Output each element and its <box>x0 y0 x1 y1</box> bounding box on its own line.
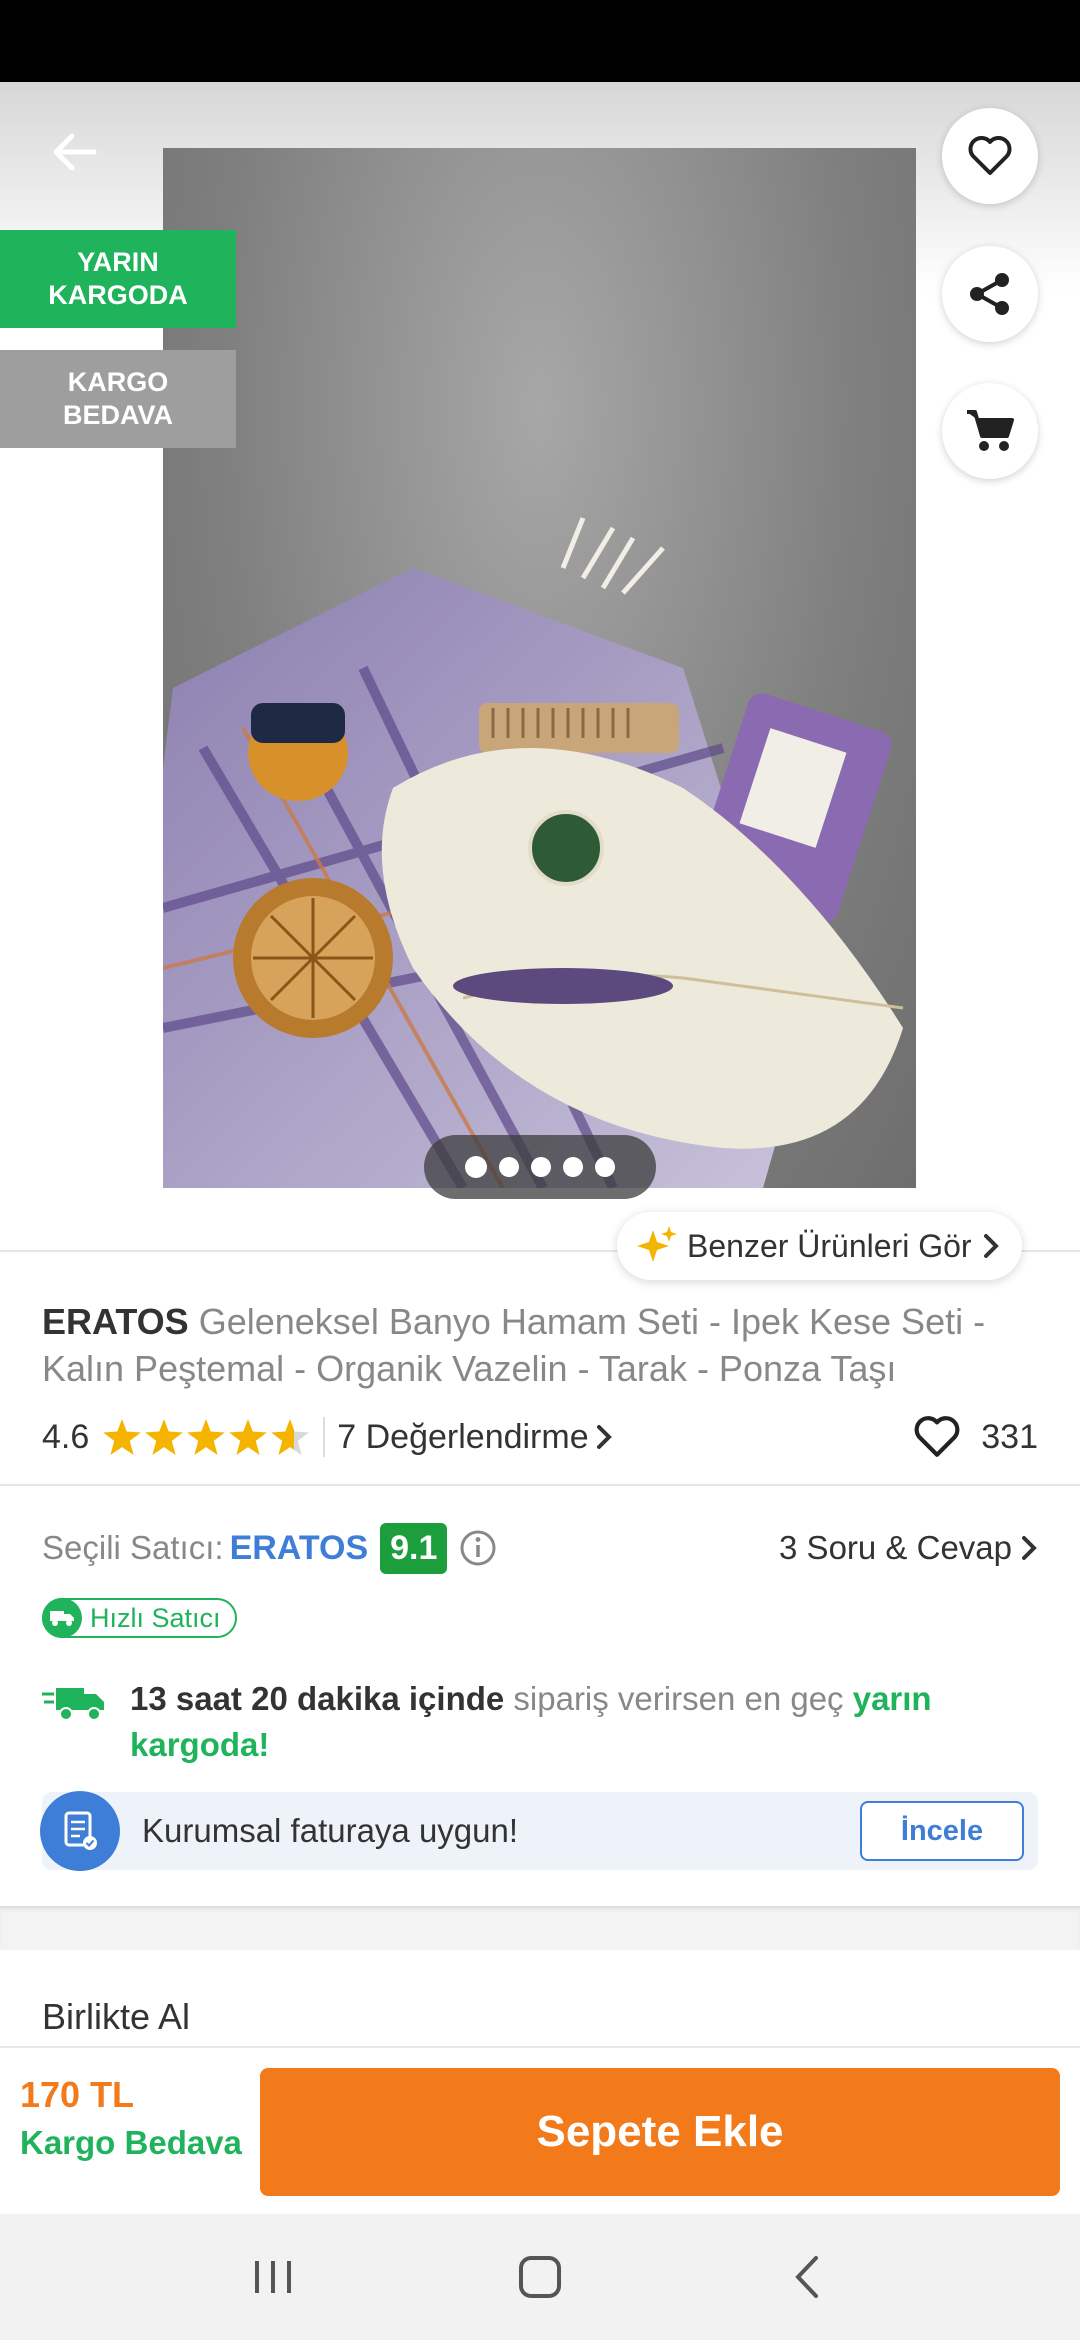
badge-line: KARGO <box>67 367 169 397</box>
truck-icon <box>42 1598 82 1638</box>
shipping-label: Kargo Bedava <box>20 2124 242 2161</box>
delivery-time: 13 saat 20 dakika içinde <box>130 1680 505 1717</box>
similar-products-label: Benzer Ürünleri Gör <box>687 1227 972 1264</box>
star-icon <box>103 1419 142 1455</box>
free-shipping-badge: KARGO BEDAVA <box>0 350 236 448</box>
chevron-right-icon <box>983 1234 999 1258</box>
cart-button[interactable] <box>942 383 1038 479</box>
recent-apps-button[interactable] <box>213 2237 333 2317</box>
back-chevron-icon <box>794 2256 818 2298</box>
star-icon <box>145 1419 184 1455</box>
product-title: ERATOS Geleneksel Banyo Hamam Seti - Ipe… <box>42 1298 1042 1392</box>
gallery-pagination[interactable] <box>424 1135 656 1199</box>
reviews-label: 7 Değerlendirme <box>337 1417 589 1456</box>
home-button[interactable] <box>480 2237 600 2317</box>
favorite-count-value: 331 <box>981 1417 1038 1456</box>
next-day-shipping-badge: YARIN KARGODA <box>0 230 236 328</box>
price: 170 TL <box>20 2074 135 2115</box>
favorite-count[interactable]: 331 <box>913 1415 1038 1459</box>
inspect-button[interactable]: İncele <box>860 1801 1024 1861</box>
rating-value: 4.6 <box>42 1417 90 1456</box>
seller-name-link[interactable]: ERATOS <box>230 1529 369 1568</box>
delivery-truck-icon <box>42 1688 104 1721</box>
badge-line: YARIN <box>77 247 159 277</box>
seller-score-badge: 9.1 <box>380 1522 448 1574</box>
page-dot[interactable] <box>595 1157 615 1177</box>
seller-label: Seçili Satıcı: <box>42 1529 224 1566</box>
badge-line: KARGODA <box>48 280 188 310</box>
back-button[interactable] <box>44 122 104 182</box>
home-icon <box>518 2256 561 2298</box>
page-dot[interactable] <box>465 1156 487 1178</box>
heart-icon <box>968 136 1012 175</box>
page-dot[interactable] <box>531 1157 551 1177</box>
system-navigation-bar <box>0 2214 1080 2340</box>
recent-apps-icon <box>255 2261 292 2293</box>
favorite-button[interactable] <box>942 108 1038 204</box>
badge-line: BEDAVA <box>62 400 173 430</box>
add-to-cart-button[interactable]: Sepete Ekle <box>260 2068 1060 2196</box>
star-icon <box>187 1419 226 1455</box>
fast-seller-label: Hızlı Satıcı <box>90 1602 221 1633</box>
reviews-link[interactable]: 7 Değerlendirme <box>337 1418 612 1457</box>
divider <box>0 1484 1080 1486</box>
delivery-info: 13 saat 20 dakika içinde sipariş verirse… <box>42 1676 1038 1768</box>
heart-icon <box>914 1416 960 1457</box>
invoice-icon <box>40 1791 120 1871</box>
share-button[interactable] <box>942 246 1038 342</box>
delivery-middle: sipariş verirsen en geç <box>504 1680 853 1717</box>
page-dot[interactable] <box>563 1157 583 1177</box>
back-nav-button[interactable] <box>747 2237 867 2317</box>
fast-seller-badge: Hızlı Satıcı <box>42 1598 237 1638</box>
product-photo-illustration <box>163 517 904 1188</box>
status-bar <box>0 0 1080 82</box>
bottom-purchase-bar: 170 TL Kargo Bedava Sepete Ekle <box>0 2046 1080 2214</box>
page-dot[interactable] <box>499 1157 519 1177</box>
chevron-right-icon <box>596 1425 612 1449</box>
info-icon[interactable] <box>459 1529 497 1567</box>
sparkle-icon <box>637 1226 677 1262</box>
qa-label: 3 Soru & Cevap <box>779 1529 1012 1566</box>
buy-together-title: Birlikte Al <box>42 1996 191 2037</box>
separator <box>323 1417 326 1457</box>
section-separator <box>0 1906 1080 1950</box>
chevron-right-icon <box>1022 1536 1037 1560</box>
seller-row: Seçili Satıcı: ERATOS 9.1 3 Soru & Cevap <box>42 1518 1038 1578</box>
share-icon <box>970 273 1009 315</box>
rating-stars <box>103 1419 310 1455</box>
delivery-message: 13 saat 20 dakika içinde sipariş verirse… <box>130 1676 1038 1768</box>
half-star-icon <box>271 1419 310 1455</box>
cart-icon <box>967 410 1014 451</box>
corporate-invoice-banner: Kurumsal faturaya uygun! İncele <box>40 1791 1038 1871</box>
product-image[interactable] <box>163 148 916 1188</box>
product-brand[interactable]: ERATOS <box>42 1301 189 1342</box>
arrow-left-icon <box>53 133 97 171</box>
similar-products-button[interactable]: Benzer Ürünleri Gör <box>617 1212 1022 1280</box>
questions-answers-link[interactable]: 3 Soru & Cevap <box>779 1529 1038 1567</box>
invoice-text: Kurumsal faturaya uygun! <box>142 1812 519 1849</box>
product-gallery[interactable]: YARIN KARGODA KARGO BEDAVA <box>0 82 1080 1252</box>
star-icon <box>229 1419 268 1455</box>
rating-row: 4.6 7 Değerlendirme 331 <box>42 1412 1038 1462</box>
